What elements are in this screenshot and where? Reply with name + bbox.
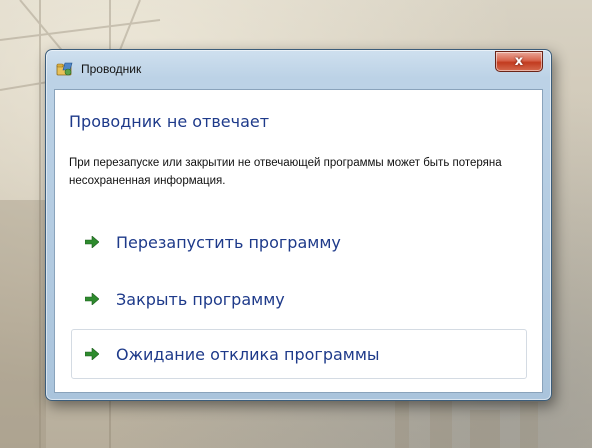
close-icon: x xyxy=(514,54,524,69)
close-program-option[interactable]: Закрыть программу xyxy=(71,274,527,324)
wait-for-response-option[interactable]: Ожидание отклика программы xyxy=(71,329,527,379)
green-arrow-icon xyxy=(85,293,99,305)
option-label: Закрыть программу xyxy=(116,289,285,309)
window-title: Проводник xyxy=(81,62,142,76)
close-button[interactable]: x xyxy=(495,51,543,72)
title-bar[interactable]: Проводник x xyxy=(46,50,551,86)
explorer-icon xyxy=(56,62,73,76)
dialog-window: Проводник x Проводник не отвечает При пе… xyxy=(45,49,552,401)
green-arrow-icon xyxy=(85,348,99,360)
green-arrow-icon xyxy=(85,236,99,248)
option-label: Ожидание отклика программы xyxy=(116,344,380,364)
restart-program-option[interactable]: Перезапустить программу xyxy=(71,217,527,267)
dialog-heading: Проводник не отвечает xyxy=(69,112,270,131)
dialog-content: Проводник не отвечает При перезапуске ил… xyxy=(54,89,543,393)
dialog-message: При перезапуске или закрытии не отвечающ… xyxy=(69,157,502,187)
option-label: Перезапустить программу xyxy=(116,232,341,252)
